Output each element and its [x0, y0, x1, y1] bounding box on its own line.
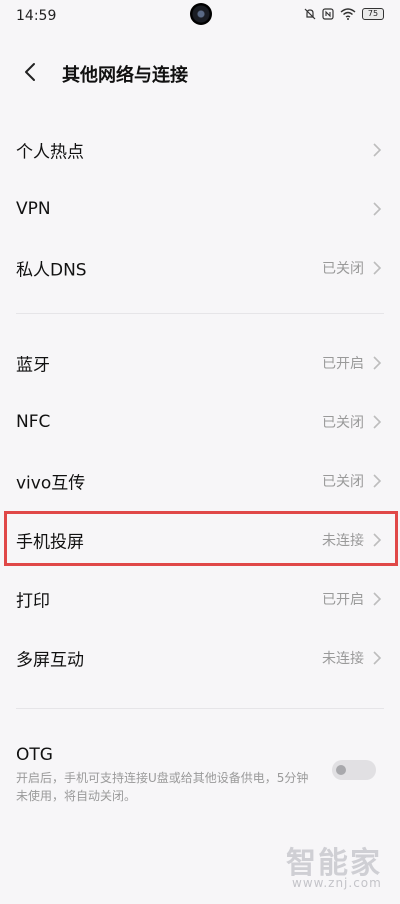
row-value: 已关闭 — [322, 415, 364, 431]
status-time: 14:59 — [16, 8, 57, 24]
row-hotspot[interactable]: 个人热点 — [0, 122, 400, 178]
row-vpn[interactable]: VPN — [0, 181, 400, 237]
status-icons: 75 — [304, 8, 384, 20]
watermark-url: www.znj.com — [292, 876, 382, 890]
watermark: 智能家 www.znj.com — [286, 838, 390, 894]
section-divider — [16, 313, 384, 314]
row-label: VPN — [16, 199, 51, 219]
row-vivo-share[interactable]: vivo互传 已关闭 — [0, 453, 400, 509]
row-label: NFC — [16, 412, 51, 432]
nfc-icon — [322, 8, 334, 20]
row-print[interactable]: 打印 已开启 — [0, 571, 400, 627]
wifi-icon — [340, 8, 356, 20]
chevron-right-icon — [373, 651, 382, 665]
row-label: 私人DNS — [16, 260, 87, 281]
row-multi-screen[interactable]: 多屏互动 未连接 — [0, 630, 400, 686]
chevron-right-icon — [373, 356, 382, 370]
front-camera — [190, 3, 212, 25]
otg-label: OTG — [16, 745, 53, 765]
row-label: 多屏互动 — [16, 650, 84, 671]
row-private-dns[interactable]: 私人DNS 已关闭 — [0, 240, 400, 296]
row-nfc[interactable]: NFC 已关闭 — [0, 394, 400, 450]
toggle-knob — [336, 765, 346, 775]
row-value: 已开启 — [322, 592, 364, 608]
highlight-box — [4, 511, 398, 566]
mute-icon — [304, 8, 316, 20]
chevron-right-icon — [373, 474, 382, 488]
header: 其他网络与连接 — [0, 52, 400, 92]
chevron-right-icon — [373, 143, 382, 157]
page-title: 其他网络与连接 — [62, 65, 188, 86]
screen: 14:59 75 其他网络与连接 个人热点 VPN 私人DNS 已关闭 蓝牙 已… — [0, 0, 400, 904]
chevron-right-icon — [373, 592, 382, 606]
row-bluetooth[interactable]: 蓝牙 已开启 — [0, 335, 400, 391]
chevron-right-icon — [373, 261, 382, 275]
otg-toggle[interactable] — [332, 760, 376, 780]
status-bar: 14:59 75 — [0, 0, 400, 34]
row-value: 未连接 — [322, 651, 364, 667]
chevron-left-icon — [25, 63, 35, 81]
row-label: 个人热点 — [16, 142, 84, 163]
otg-description: 开启后，手机可支持连接U盘或给其他设备供电，5分钟未使用，将自动关闭。 — [16, 771, 309, 803]
battery-icon: 75 — [362, 8, 384, 20]
row-label: 打印 — [16, 591, 50, 612]
section-divider — [16, 708, 384, 709]
row-value: 已关闭 — [322, 474, 364, 490]
chevron-right-icon — [373, 202, 382, 216]
back-button[interactable] — [14, 56, 46, 88]
chevron-right-icon — [373, 415, 382, 429]
row-label: vivo互传 — [16, 473, 86, 494]
row-value: 已关闭 — [322, 261, 364, 277]
row-value: 已开启 — [322, 356, 364, 372]
row-label: 蓝牙 — [16, 355, 50, 376]
